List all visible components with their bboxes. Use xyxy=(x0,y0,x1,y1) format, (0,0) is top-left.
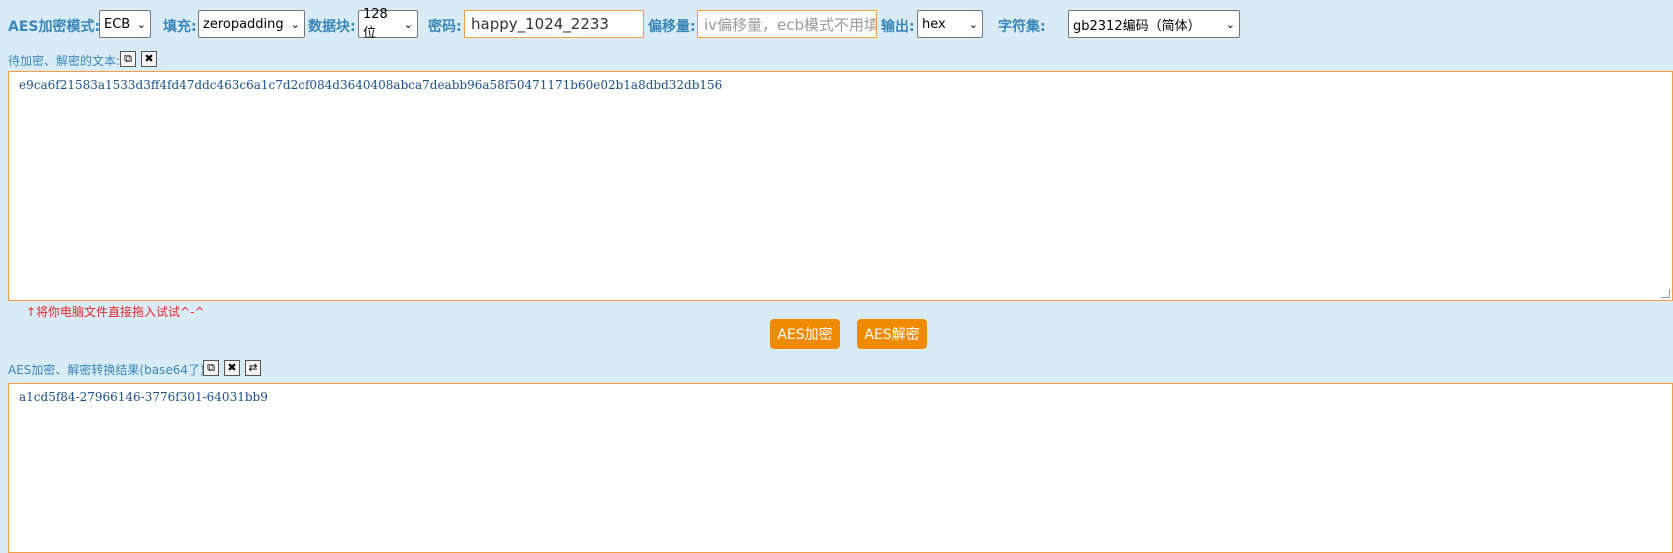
output-textarea[interactable]: a1cd5f84-27966146-3776f301-64031bb9 xyxy=(8,383,1673,553)
password-label: 密码: xyxy=(428,19,462,35)
charset-select[interactable]: gb2312编码（简体） ⌄ xyxy=(1068,10,1240,38)
padding-select[interactable]: zeropadding ⌄ xyxy=(198,10,305,38)
swap-icon[interactable]: ⇄ xyxy=(245,360,261,376)
iv-input[interactable]: iv偏移量，ecb模式不用填 xyxy=(697,10,877,38)
chevron-down-icon: ⌄ xyxy=(403,17,413,31)
chevron-down-icon: ⌄ xyxy=(290,17,300,31)
copy-icon[interactable]: ⧉ xyxy=(120,51,136,67)
copy-icon[interactable]: ⧉ xyxy=(203,360,219,376)
decrypt-button[interactable]: AES解密 xyxy=(857,319,927,349)
input-textarea[interactable]: e9ca6f21583a1533d3ff4fd47ddc463c6a1c7d2c… xyxy=(8,71,1673,301)
charset-label: 字符集: xyxy=(998,19,1046,35)
mode-select[interactable]: ECB ⌄ xyxy=(99,10,151,38)
block-select[interactable]: 128位 ⌄ xyxy=(358,7,418,41)
mode-label: AES加密模式: xyxy=(8,19,101,35)
padding-label: 填充: xyxy=(163,19,197,35)
input-text: e9ca6f21583a1533d3ff4fd47ddc463c6a1c7d2c… xyxy=(19,78,723,92)
padding-select-value: zeropadding xyxy=(203,16,284,32)
chevron-down-icon: ⌄ xyxy=(1225,17,1235,31)
drag-drop-hint: ↑将你电脑文件直接拖入试试^-^ xyxy=(26,305,205,319)
output-select-value: hex xyxy=(922,16,946,32)
block-label: 数据块: xyxy=(308,19,356,35)
close-icon[interactable]: ✖ xyxy=(224,360,240,376)
encrypt-button[interactable]: AES加密 xyxy=(770,319,840,349)
output-label: 输出: xyxy=(881,19,915,35)
mode-select-value: ECB xyxy=(104,16,131,32)
settings-toolbar: AES加密模式: ECB ⌄ 填充: zeropadding ⌄ 数据块: 12… xyxy=(0,7,1673,41)
iv-label: 偏移量: xyxy=(648,19,696,35)
charset-select-value: gb2312编码（简体） xyxy=(1073,18,1201,34)
output-area-label: AES加密、解密转换结果(base64了): xyxy=(8,363,209,377)
close-icon[interactable]: ✖ xyxy=(141,51,157,67)
output-text: a1cd5f84-27966146-3776f301-64031bb9 xyxy=(19,390,268,404)
resize-handle[interactable] xyxy=(1661,289,1670,298)
chevron-down-icon: ⌄ xyxy=(136,17,146,31)
chevron-down-icon: ⌄ xyxy=(968,17,978,31)
password-input[interactable]: happy_1024_2233 xyxy=(464,10,644,38)
input-area-label: 待加密、解密的文本: xyxy=(8,54,121,68)
output-select[interactable]: hex ⌄ xyxy=(917,10,983,38)
block-select-value: 128位 xyxy=(363,7,388,41)
